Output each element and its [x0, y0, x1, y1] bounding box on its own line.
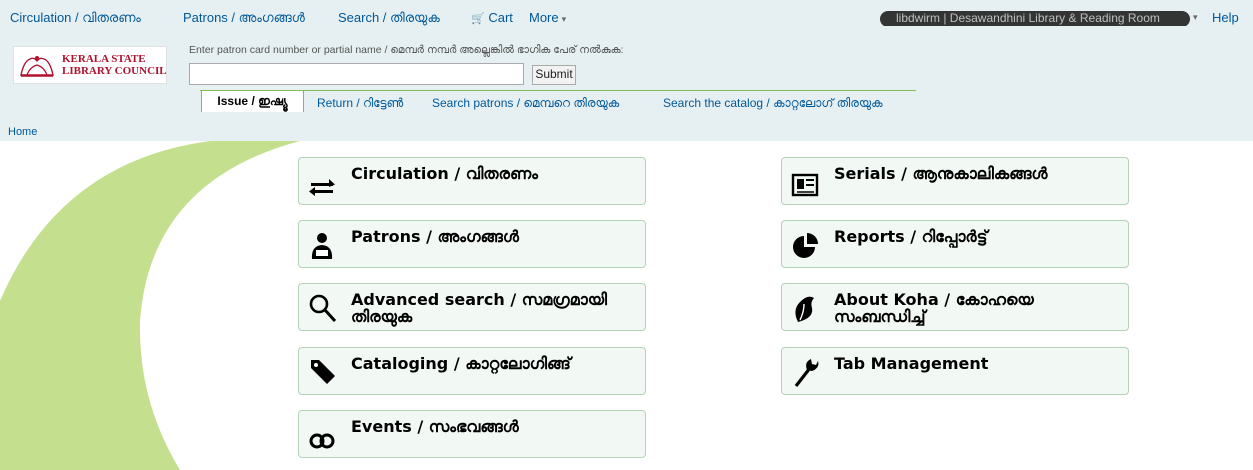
- module-label: Tab Management: [834, 354, 989, 373]
- nav-cart-label: Cart: [488, 10, 513, 25]
- module-serials[interactable]: Serials / ആനുകാലികങ്ങൾ: [781, 157, 1129, 205]
- nav-more-label: More: [529, 10, 559, 25]
- wrench-icon: [794, 359, 819, 387]
- module-circulation[interactable]: Circulation / വിതരണം: [298, 157, 646, 205]
- nav-circulation-link[interactable]: Circulation / വിതരണം: [10, 10, 141, 26]
- header-area: KERALA STATE LIBRARY COUNCIL Enter patro…: [0, 38, 1253, 124]
- tab-issue[interactable]: Issue / ഇഷ്യൂ: [201, 90, 304, 112]
- module-label: Circulation / വിതരണം: [351, 164, 538, 183]
- module-label: Serials / ആനുകാലികങ്ങൾ: [834, 164, 1048, 183]
- module-tab-management[interactable]: Tab Management: [781, 347, 1129, 395]
- nav-more-menu[interactable]: More ▾: [529, 10, 566, 25]
- patrons-icon: [311, 233, 333, 259]
- module-label: Events / സംഭവങ്ങൾ: [351, 417, 519, 436]
- circulation-icon: [309, 179, 335, 196]
- cart-icon: 🛒: [471, 13, 485, 25]
- newspaper-icon: [791, 173, 819, 197]
- nav-search-link[interactable]: Search / തിരയുക: [338, 10, 440, 26]
- library-logo[interactable]: KERALA STATE LIBRARY COUNCIL: [13, 46, 167, 84]
- module-about-koha[interactable]: About Koha / കോഹയെ സംബന്ധിച്ച്: [781, 283, 1129, 331]
- breadcrumb-home-link[interactable]: Home: [8, 126, 37, 138]
- pie-chart-icon: [793, 233, 818, 258]
- nav-cart-link[interactable]: 🛒 Cart: [471, 10, 513, 25]
- tab-search-catalog[interactable]: Search the catalog / കാറ്റലോഗ് തിരയുക: [663, 96, 883, 111]
- submit-button[interactable]: Submit: [532, 65, 576, 85]
- module-patrons[interactable]: Patrons / അംഗങ്ങൾ: [298, 220, 646, 268]
- decorative-green-shape: [0, 141, 300, 470]
- chevron-down-icon: ▾: [1193, 12, 1198, 22]
- search-icon: [309, 294, 337, 323]
- elephant-emblem-icon: [20, 56, 54, 77]
- help-link[interactable]: Help: [1212, 10, 1239, 25]
- breadcrumb: Home: [0, 124, 1253, 141]
- chevron-down-icon: ▾: [561, 14, 567, 24]
- patron-search-input[interactable]: [189, 63, 524, 85]
- tab-search-patrons[interactable]: Search patrons / മെമ്പറെ തിരയുക: [432, 96, 619, 111]
- module-reports[interactable]: Reports / റിപ്പോർട്ട്: [781, 220, 1129, 268]
- link-icon: [309, 433, 335, 449]
- module-label: Reports / റിപ്പോർട്ട്: [834, 227, 988, 246]
- tag-icon: [311, 360, 335, 384]
- module-cataloging[interactable]: Cataloging / കാറ്റലോഗിങ്ങ്: [298, 347, 646, 395]
- user-menu[interactable]: libdwirm | Desawandhini Library & Readin…: [880, 10, 1190, 26]
- module-label: Advanced search / സമഗ്രമായി തിരയുക: [351, 290, 607, 326]
- tab-return[interactable]: Return / റിട്ടേൺ: [317, 96, 403, 111]
- checkout-search-label: Enter patron card number or partial name…: [189, 44, 624, 56]
- user-menu-label: libdwirm | Desawandhini Library & Readin…: [896, 11, 1160, 25]
- module-label: Cataloging / കാറ്റലോഗിങ്ങ്: [351, 354, 571, 373]
- top-navigation-bar: Circulation / വിതരണം Patrons / അംഗങ്ങൾ S…: [0, 0, 1253, 38]
- module-label: About Koha / കോഹയെ സംബന്ധിച്ച്: [834, 290, 1034, 326]
- module-label: Patrons / അംഗങ്ങൾ: [351, 227, 519, 246]
- module-events[interactable]: Events / സംഭവങ്ങൾ: [298, 410, 646, 458]
- nav-patrons-link[interactable]: Patrons / അംഗങ്ങൾ: [183, 10, 305, 26]
- module-advanced-search[interactable]: Advanced search / സമഗ്രമായി തിരയുക: [298, 283, 646, 331]
- koha-leaf-icon: [795, 296, 814, 322]
- logo-text: KERALA STATE LIBRARY COUNCIL: [62, 53, 167, 77]
- tab-underline: [200, 90, 916, 91]
